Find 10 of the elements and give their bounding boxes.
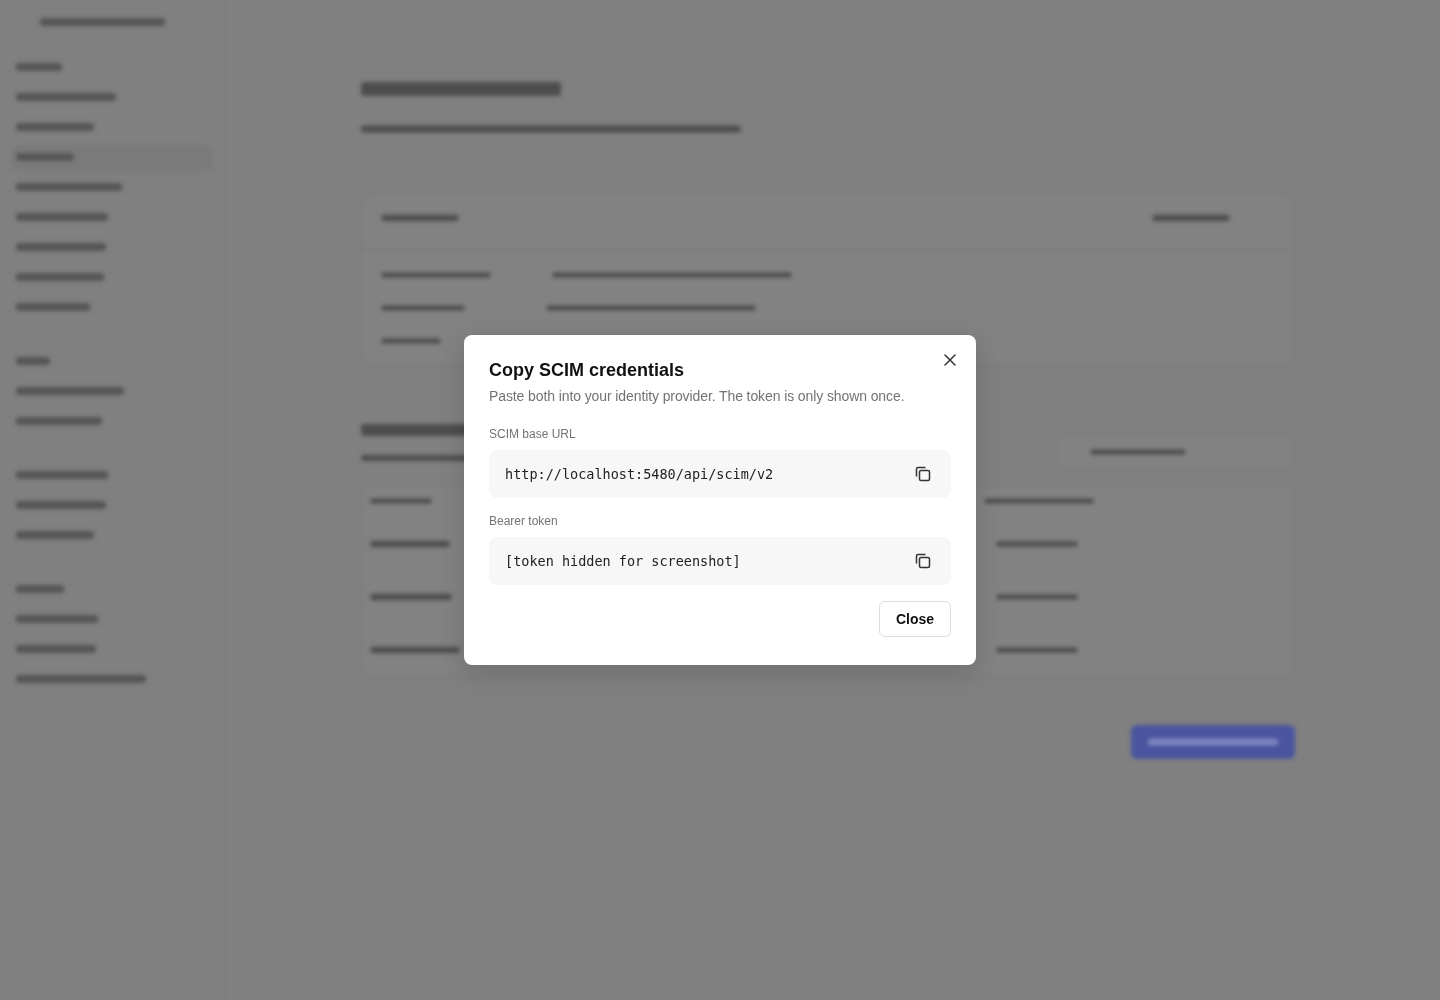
- field-label: SCIM base URL: [489, 427, 576, 441]
- credential-field[interactable]: http://localhost:5480/api/scim/v2: [489, 450, 951, 498]
- dialog-description: Paste both into your identity provider. The token is only shown once.: [489, 387, 906, 405]
- credential-field[interactable]: [token hidden for screenshot]: [489, 537, 951, 585]
- copy-icon[interactable]: [914, 552, 932, 570]
- copy-icon[interactable]: [914, 465, 932, 483]
- close-icon[interactable]: [942, 352, 958, 368]
- dialog-title: Copy SCIM credentials: [489, 359, 686, 381]
- close-button[interactable]: Close: [879, 601, 951, 637]
- field-label: Bearer token: [489, 514, 558, 528]
